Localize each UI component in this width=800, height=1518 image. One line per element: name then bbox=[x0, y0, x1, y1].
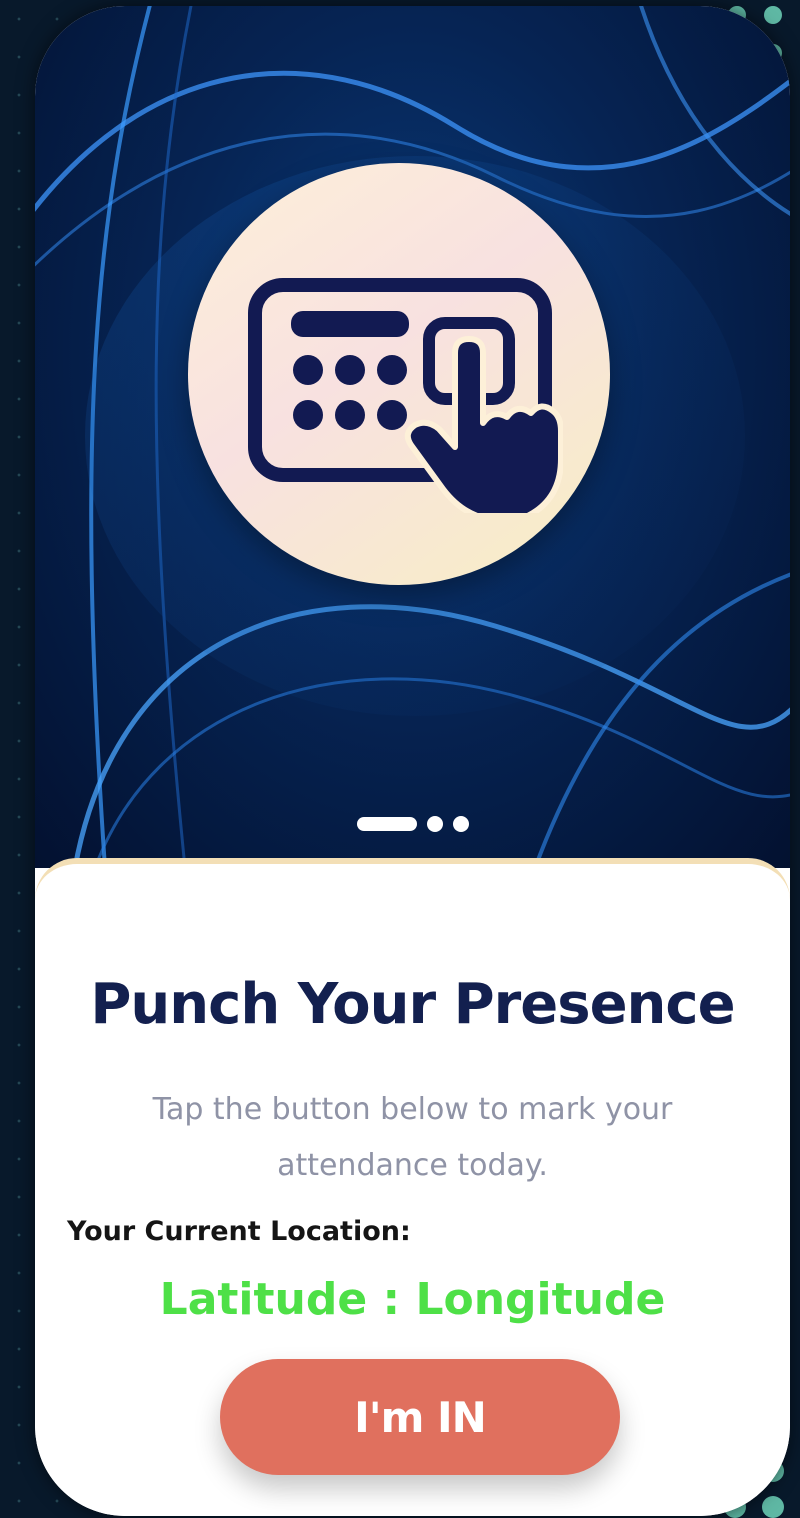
hero-icon-circle bbox=[188, 163, 610, 585]
carousel-dot-active[interactable] bbox=[356, 817, 417, 831]
page-title: Punch Your Presence bbox=[90, 972, 735, 1037]
carousel-indicator bbox=[35, 816, 790, 832]
coordinates-text: Latitude : Longitude bbox=[159, 1274, 666, 1325]
page-subtitle: Tap the button below to mark your attend… bbox=[152, 1092, 673, 1183]
location-label: Your Current Location: bbox=[67, 1216, 411, 1247]
carousel-dot[interactable] bbox=[452, 816, 469, 832]
punch-in-button[interactable]: I'm IN bbox=[220, 1359, 620, 1475]
hero-banner bbox=[35, 6, 790, 868]
keypad-touch-icon bbox=[248, 278, 563, 513]
carousel-dot[interactable] bbox=[426, 816, 443, 832]
app-screen: Punch Your Presence Tap the button below… bbox=[0, 0, 800, 1518]
content-card: Punch Your Presence Tap the button below… bbox=[35, 858, 790, 1516]
phone-frame: Punch Your Presence Tap the button below… bbox=[35, 6, 790, 1516]
